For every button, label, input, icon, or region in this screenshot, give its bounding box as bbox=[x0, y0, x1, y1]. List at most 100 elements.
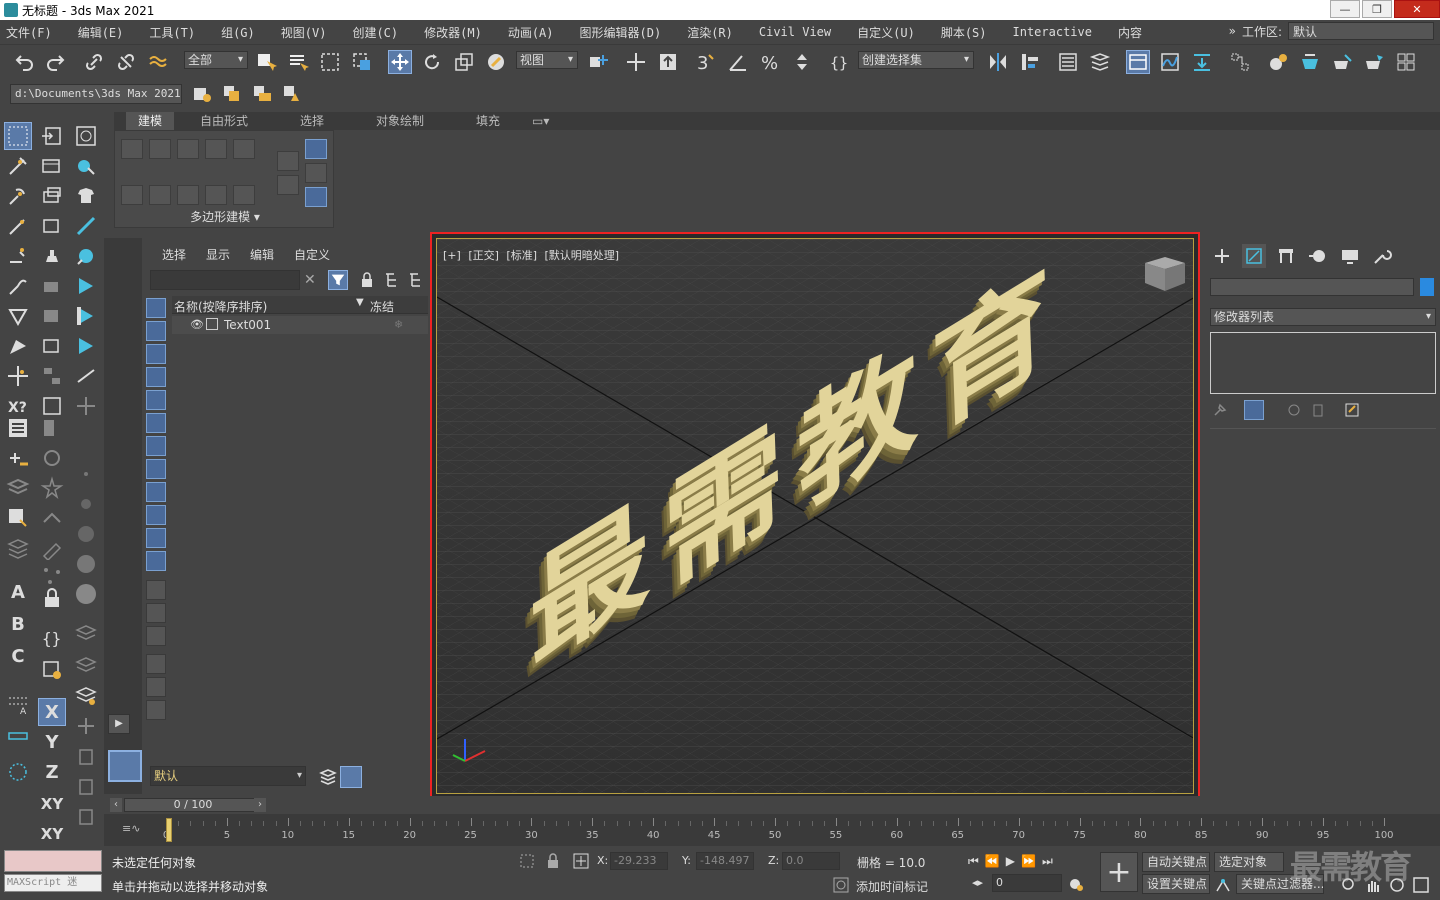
menu-file[interactable]: 文件(F) bbox=[6, 24, 52, 41]
pin-stack-icon[interactable] bbox=[1212, 402, 1228, 418]
layer-dropdown[interactable]: 默认 bbox=[150, 766, 306, 786]
render-anim-icon[interactable] bbox=[72, 302, 100, 330]
menu-create[interactable]: 创建(C) bbox=[352, 24, 398, 41]
filter-funnel-2-icon[interactable] bbox=[146, 677, 166, 697]
timeline-playhead[interactable] bbox=[166, 818, 172, 842]
minimize-button[interactable]: — bbox=[1330, 0, 1360, 18]
layer-manager-icon[interactable] bbox=[4, 414, 32, 442]
restore-button[interactable]: ❐ bbox=[1362, 0, 1392, 18]
tab-select[interactable]: 选择 bbox=[162, 246, 186, 263]
project-folder-icon[interactable] bbox=[190, 82, 214, 106]
measure-tool-icon[interactable] bbox=[72, 212, 100, 240]
viewport-layout-icon[interactable] bbox=[72, 122, 100, 150]
layers-color-icon[interactable] bbox=[72, 682, 100, 710]
edge-icon[interactable] bbox=[149, 139, 171, 159]
select-scale-icon[interactable] bbox=[452, 50, 476, 74]
prev-key-icon[interactable]: ⏪ bbox=[985, 854, 1006, 868]
current-frame-field[interactable]: 0 bbox=[992, 874, 1062, 892]
plus-layer-icon[interactable] bbox=[72, 712, 100, 740]
select-place-icon[interactable] bbox=[484, 50, 508, 74]
spacing-tool-icon[interactable] bbox=[38, 272, 66, 300]
menu-rendering[interactable]: 渲染(R) bbox=[687, 24, 733, 41]
layer-explorer-icon[interactable] bbox=[1088, 50, 1112, 74]
knife-tool-icon[interactable] bbox=[4, 212, 32, 240]
utilities-tab-icon[interactable] bbox=[1370, 244, 1394, 268]
menu-animation[interactable]: 动画(A) bbox=[508, 24, 554, 41]
clear-search-icon[interactable]: ✕ bbox=[304, 272, 316, 288]
create-tab-icon[interactable] bbox=[1210, 244, 1234, 268]
axis-z-button[interactable]: Z bbox=[38, 758, 66, 786]
open-project-icon[interactable] bbox=[250, 82, 274, 106]
viewport-lighting-label[interactable]: [默认明暗处理] bbox=[545, 249, 620, 262]
hierarchy-tab-icon[interactable] bbox=[1274, 244, 1298, 268]
globe-tool-icon[interactable] bbox=[72, 242, 100, 270]
column-freeze-header[interactable]: 冻结 bbox=[370, 298, 394, 315]
next-key-icon[interactable]: ⏩ bbox=[1021, 854, 1042, 868]
ribbon-options-icon[interactable]: ▭▾ bbox=[532, 112, 549, 130]
render-shortcuts-icon[interactable] bbox=[1394, 50, 1418, 74]
edit-named-selection-icon[interactable]: {} bbox=[828, 50, 852, 74]
edge-select-icon[interactable] bbox=[4, 242, 32, 270]
tab-selection[interactable]: 选择 bbox=[300, 112, 324, 130]
swift-loop-icon[interactable] bbox=[305, 187, 327, 207]
hierarchy-tool-icon[interactable] bbox=[38, 362, 66, 390]
filter-xrefs-icon[interactable] bbox=[146, 459, 166, 479]
axis-y-button[interactable]: Y bbox=[38, 728, 66, 756]
key-mode-icon[interactable]: ◂▸ bbox=[972, 876, 983, 889]
time-slider[interactable]: 0 / 100 bbox=[124, 798, 262, 812]
text-b-icon[interactable]: B bbox=[4, 610, 32, 638]
filter-groups-icon[interactable] bbox=[146, 436, 166, 456]
menu-graph-editors[interactable]: 图形编辑器(D) bbox=[580, 24, 662, 41]
scene-search-input[interactable] bbox=[150, 270, 300, 290]
viewport-shading-label[interactable]: [标准] bbox=[506, 249, 537, 262]
selection-lock-icon[interactable] bbox=[546, 852, 560, 870]
viewport-canvas[interactable]: [+] [正交] [标准] [默认明暗处理] 最 需 教 育 bbox=[436, 238, 1194, 794]
layer-stack-icon[interactable] bbox=[318, 766, 338, 786]
lock-icon[interactable] bbox=[38, 584, 66, 612]
axis-xy-cycle-button[interactable]: XY bbox=[38, 820, 66, 848]
import-icon[interactable] bbox=[38, 122, 66, 150]
time-tag-icon[interactable] bbox=[832, 876, 850, 894]
maximize-viewport-icon[interactable] bbox=[1412, 876, 1430, 894]
object-color-swatch[interactable] bbox=[1420, 278, 1434, 296]
selection-filter-dropdown[interactable]: 全部 bbox=[184, 51, 248, 69]
set-key-plus-button[interactable]: + bbox=[1100, 852, 1138, 892]
link-icon[interactable] bbox=[82, 50, 106, 74]
select-by-name-icon[interactable] bbox=[286, 50, 310, 74]
table-tool-icon[interactable] bbox=[38, 152, 66, 180]
layers-icon[interactable] bbox=[4, 534, 32, 562]
paint-select-icon[interactable] bbox=[4, 182, 32, 210]
gear-box-icon[interactable] bbox=[38, 656, 66, 684]
project-path-dropdown[interactable]: d:\Documents\3ds Max 2021 bbox=[10, 84, 182, 104]
ruler-icon[interactable] bbox=[4, 722, 32, 750]
use-nurms-icon[interactable] bbox=[305, 139, 327, 159]
copy-icon[interactable] bbox=[177, 185, 199, 205]
circle-select-icon[interactable] bbox=[4, 758, 32, 786]
add-time-tag[interactable]: 添加时间标记 bbox=[856, 878, 928, 895]
object-name-input[interactable] bbox=[1210, 278, 1414, 296]
display-all-icon[interactable] bbox=[146, 580, 166, 600]
shirt-tool-icon[interactable] bbox=[72, 182, 100, 210]
paint-brush-icon[interactable] bbox=[4, 332, 32, 360]
braces-tool-icon[interactable]: {} bbox=[38, 624, 66, 652]
time-config-icon[interactable] bbox=[1068, 876, 1084, 892]
star-tool-icon[interactable] bbox=[38, 474, 66, 502]
schematic-view-icon[interactable] bbox=[1228, 50, 1252, 74]
array-tool-icon[interactable] bbox=[38, 212, 66, 240]
select-rotate-icon[interactable] bbox=[420, 50, 444, 74]
timeline-track[interactable]: ≡∿ 0510152025303540455055606570758085909… bbox=[104, 814, 1440, 846]
menu-edit[interactable]: 编辑(E) bbox=[78, 24, 124, 41]
ribbon-toggle-icon[interactable] bbox=[1126, 50, 1150, 74]
snapshot-tool-icon[interactable] bbox=[38, 242, 66, 270]
angle-snap-icon[interactable] bbox=[726, 50, 750, 74]
tab-object-paint[interactable]: 对象绘制 bbox=[376, 112, 424, 130]
explorer-toggle-button[interactable] bbox=[108, 750, 142, 782]
quickslice-icon[interactable] bbox=[305, 163, 327, 183]
menu-civil-view[interactable]: Civil View bbox=[759, 25, 831, 39]
preserve-uvs-icon[interactable] bbox=[277, 151, 299, 171]
viewport-view-label[interactable]: [正交] bbox=[468, 249, 499, 262]
snap-tool-icon[interactable] bbox=[4, 362, 32, 390]
filter-hidden-icon[interactable] bbox=[146, 551, 166, 571]
scene-explorer-toggle-icon[interactable] bbox=[1056, 50, 1080, 74]
rendered-frame-icon[interactable] bbox=[1330, 50, 1354, 74]
